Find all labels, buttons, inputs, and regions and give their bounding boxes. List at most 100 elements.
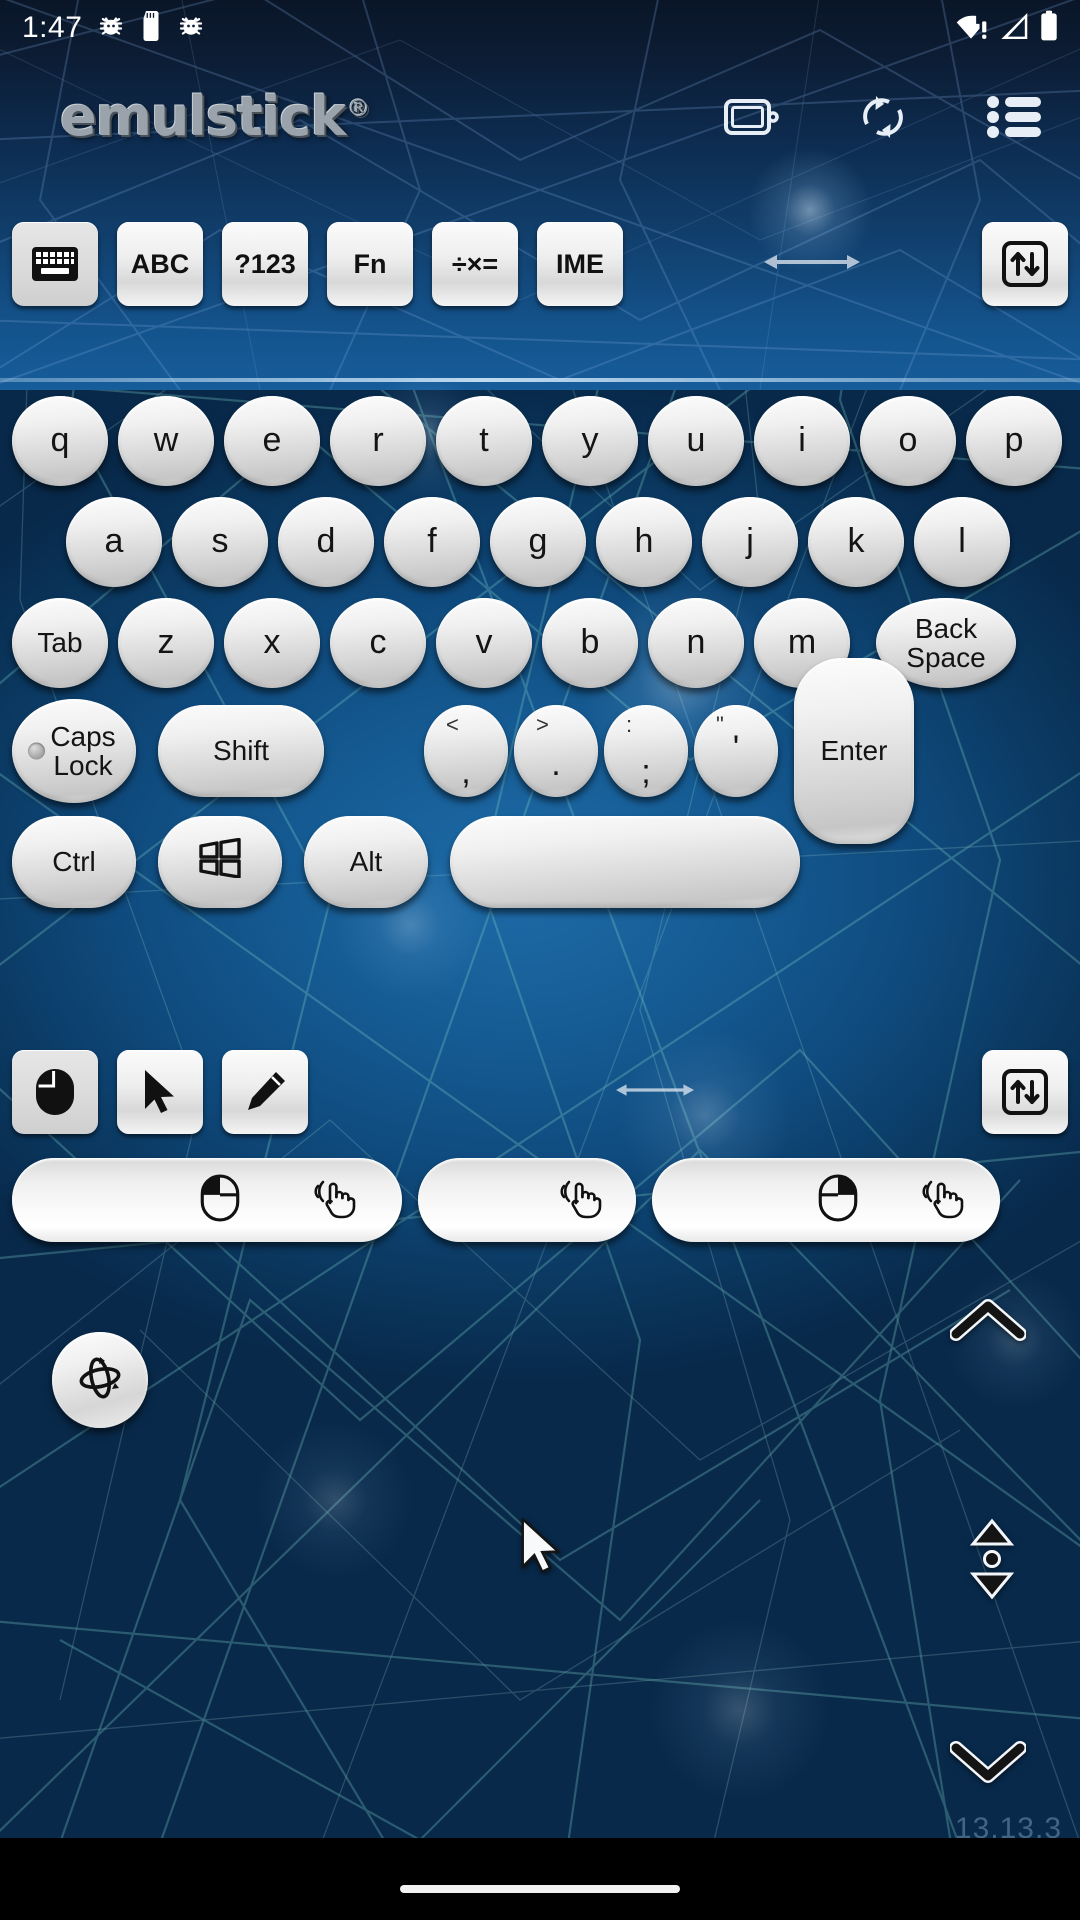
- mode-toolbar: ABC ?123 Fn ÷×= IME: [0, 212, 1080, 316]
- sync-icon[interactable]: [852, 90, 914, 144]
- swap-vertical-button[interactable]: [982, 222, 1068, 306]
- key-shift[interactable]: Shift: [158, 705, 324, 797]
- sdcard-icon: [140, 10, 162, 46]
- keyboard: q w e r t y u i o p a s d f g h j k l Ta…: [0, 392, 1080, 917]
- battery-full-icon: [1040, 10, 1058, 47]
- key-o[interactable]: o: [860, 396, 956, 486]
- key-comma[interactable]: < ,: [424, 705, 508, 797]
- mode-button-math[interactable]: ÷×=: [432, 222, 518, 306]
- key-l[interactable]: l: [914, 497, 1010, 587]
- status-bar-right: [956, 10, 1058, 47]
- key-caps-lock[interactable]: Caps Lock: [12, 699, 136, 803]
- key-y[interactable]: y: [542, 396, 638, 486]
- key-apostrophe-shift-label: ": [716, 712, 724, 737]
- key-p[interactable]: p: [966, 396, 1062, 486]
- keyboard-row-5: Ctrl Alt: [6, 810, 1074, 914]
- chevron-down-icon[interactable]: [949, 1740, 1027, 1789]
- key-n[interactable]: n: [648, 598, 744, 688]
- vertical-scroll-icon[interactable]: [965, 1518, 1019, 1605]
- system-navbar: [0, 1858, 1080, 1920]
- brand-registered-mark: ®: [347, 96, 370, 122]
- key-s[interactable]: s: [172, 497, 268, 587]
- key-z[interactable]: z: [118, 598, 214, 688]
- horizontal-resize-icon[interactable]: [615, 1080, 694, 1105]
- key-r[interactable]: r: [330, 396, 426, 486]
- mode-button-fn[interactable]: Fn: [327, 222, 413, 306]
- mouse-middle-button[interactable]: [418, 1158, 636, 1242]
- keyboard-divider: [0, 378, 1080, 382]
- tap-icon: [558, 1177, 604, 1224]
- key-f[interactable]: f: [384, 497, 480, 587]
- key-a[interactable]: a: [66, 497, 162, 587]
- key-alt[interactable]: Alt: [304, 816, 428, 908]
- key-windows[interactable]: [158, 816, 282, 908]
- key-apostrophe-label: ': [732, 729, 740, 768]
- mode-button-keyboard[interactable]: [12, 222, 98, 306]
- key-t[interactable]: t: [436, 396, 532, 486]
- caps-lock-led: [28, 742, 45, 760]
- tap-icon: [312, 1177, 358, 1224]
- key-c[interactable]: c: [330, 598, 426, 688]
- brand-logo: emulstick®: [60, 90, 370, 144]
- chevron-up-icon[interactable]: [949, 1298, 1027, 1347]
- app-header: emulstick®: [0, 56, 1080, 178]
- screen-icon[interactable]: [720, 90, 782, 144]
- header-icon-group: [720, 90, 1046, 144]
- key-w[interactable]: w: [118, 396, 214, 486]
- key-caps-lock-label: Caps Lock: [50, 720, 116, 781]
- orbit-rotate-icon: [75, 1353, 125, 1408]
- key-g[interactable]: g: [490, 497, 586, 587]
- key-x[interactable]: x: [224, 598, 320, 688]
- keyboard-row-3: Tab z x c v b n m Back Space: [6, 594, 1074, 692]
- cellular-signal-icon: [1000, 11, 1030, 46]
- key-d[interactable]: d: [278, 497, 374, 587]
- bug-icon: [176, 11, 206, 46]
- mouse-button-row: [0, 1148, 1080, 1252]
- key-semicolon-shift-label: :: [626, 712, 633, 737]
- pen-mode-button[interactable]: [222, 1050, 308, 1134]
- mouse-left-button[interactable]: [12, 1158, 402, 1242]
- key-v[interactable]: v: [436, 598, 532, 688]
- key-semicolon[interactable]: : ;: [604, 705, 688, 797]
- windows-icon: [197, 837, 243, 886]
- mouse-right-button[interactable]: [652, 1158, 1000, 1242]
- key-semicolon-label: ;: [641, 753, 651, 792]
- mouse-mode-toolbar: [0, 1042, 1080, 1142]
- key-h[interactable]: h: [596, 497, 692, 587]
- toolbar-spacer: [642, 251, 982, 278]
- joystick-button[interactable]: [52, 1332, 148, 1428]
- key-ctrl[interactable]: Ctrl: [12, 816, 136, 908]
- key-period[interactable]: > .: [514, 705, 598, 797]
- key-apostrophe[interactable]: " ': [694, 705, 778, 797]
- pointer-mode-button[interactable]: [117, 1050, 203, 1134]
- list-menu-icon[interactable]: [984, 90, 1046, 144]
- key-b[interactable]: b: [542, 598, 638, 688]
- key-enter[interactable]: Enter: [794, 658, 914, 844]
- key-u[interactable]: u: [648, 396, 744, 486]
- key-comma-label: ,: [461, 753, 471, 792]
- bug-icon: [96, 11, 126, 46]
- key-period-label: .: [551, 745, 561, 784]
- mode-button-abc[interactable]: ABC: [117, 222, 203, 306]
- mode-button-num[interactable]: ?123: [222, 222, 308, 306]
- key-j[interactable]: j: [702, 497, 798, 587]
- key-space[interactable]: [450, 816, 800, 908]
- key-q[interactable]: q: [12, 396, 108, 486]
- home-indicator[interactable]: [400, 1885, 680, 1893]
- key-period-shift-label: >: [536, 712, 549, 737]
- key-comma-shift-label: <: [446, 712, 459, 737]
- horizontal-resize-icon[interactable]: [764, 251, 860, 278]
- mode-button-ime[interactable]: IME: [537, 222, 623, 306]
- tap-icon: [920, 1177, 966, 1224]
- key-e[interactable]: e: [224, 396, 320, 486]
- brand-name: emulstick: [60, 85, 346, 148]
- app-root: 1:47 emulstick® ABC ?123 Fn ÷×= IME q w …: [0, 0, 1080, 1920]
- keyboard-row-2: a s d f g h j k l: [6, 493, 1074, 591]
- mouse-mode-button[interactable]: [12, 1050, 98, 1134]
- mouse-swap-vertical-button[interactable]: [982, 1050, 1068, 1134]
- key-tab[interactable]: Tab: [12, 598, 108, 688]
- keyboard-row-4: Caps Lock Shift < , > . : ; " ' Enter: [6, 658, 1074, 844]
- key-i[interactable]: i: [754, 396, 850, 486]
- key-k[interactable]: k: [808, 497, 904, 587]
- status-time: 1:47: [22, 11, 83, 44]
